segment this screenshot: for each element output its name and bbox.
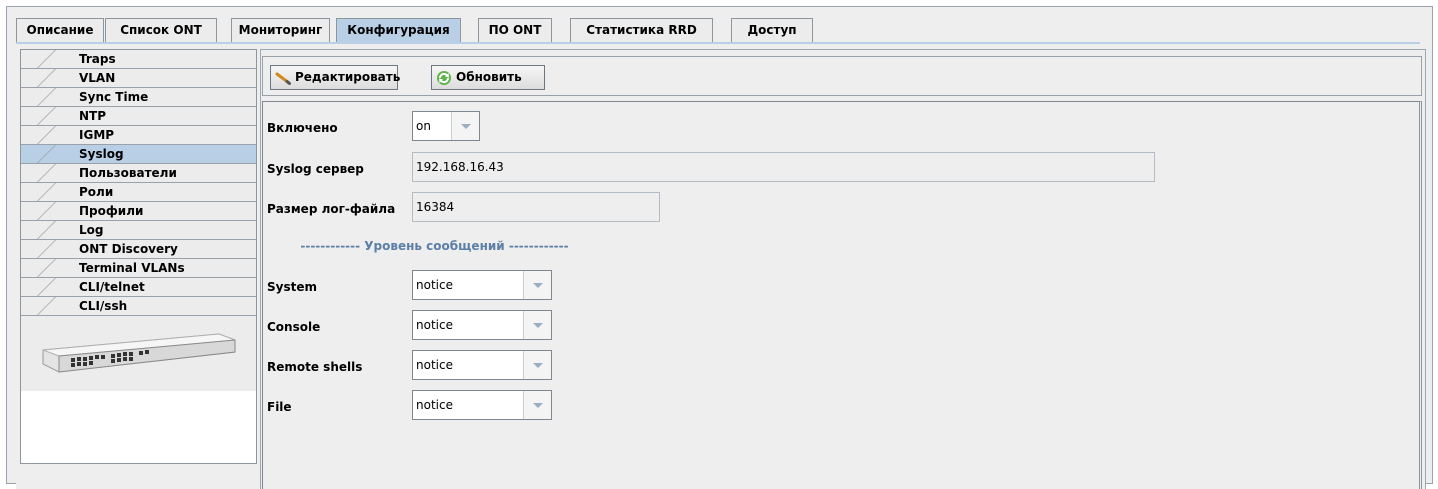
sidebar-item-terminal-vlans[interactable]: Terminal VLANs [21,259,256,278]
refresh-icon [437,71,451,85]
system-level-label: System [267,280,317,294]
tab-access[interactable]: Доступ [731,18,813,42]
tab-ont-firmware[interactable]: ПО ONT [478,18,552,42]
chevron-down-icon[interactable] [523,271,551,299]
sidebar-item-traps[interactable]: Traps [21,50,256,69]
message-level-section-title: ------------ Уровень сообщений ---------… [300,239,569,253]
edit-button[interactable]: Редактировать [270,65,401,90]
syslog-panel: Редактировать Обновить Включено on Syslo… [260,49,1426,489]
sidebar-item-profiles[interactable]: Профили [21,202,256,221]
refresh-button[interactable]: Обновить [431,65,545,90]
enabled-select-value: on [416,119,431,133]
sidebar-item-vlan[interactable]: VLAN [21,69,256,88]
sidebar-item-ntp[interactable]: NTP [21,107,256,126]
refresh-button-label: Обновить [456,70,522,84]
sidebar-item-ont-discovery[interactable]: ONT Discovery [21,240,256,259]
chevron-down-icon[interactable] [523,311,551,339]
chevron-down-icon[interactable] [523,391,551,419]
edit-button-label: Редактировать [295,70,401,84]
sidebar-item-users[interactable]: Пользователи [21,164,256,183]
tab-configuration[interactable]: Конфигурация [336,18,461,43]
sidebar-item-igmp[interactable]: IGMP [21,126,256,145]
console-level-label: Console [267,320,321,334]
tab-content: Traps VLAN Sync Time NTP IGMP Syslog Пол… [16,42,1426,489]
system-level-value: notice [416,278,453,292]
tab-bar: Описание Список ONT Мониторинг Конфигура… [16,18,1420,43]
console-level-select[interactable]: notice [412,310,552,340]
syslog-server-label: Syslog сервер [267,162,364,176]
sidebar-item-cli-ssh[interactable]: CLI/ssh [21,297,256,316]
file-level-label: File [267,400,292,414]
sidebar-item-syslog[interactable]: Syslog [21,145,256,164]
tab-rrd-statistics[interactable]: Статистика RRD [570,18,713,42]
system-level-select[interactable]: notice [412,270,552,300]
pencil-icon [275,72,291,85]
file-level-value: notice [416,398,453,412]
toolbar: Редактировать Обновить [262,56,1422,96]
tab-description[interactable]: Описание [16,18,104,42]
syslog-server-field[interactable]: 192.168.16.43 [412,152,1155,182]
sidebar-item-roles[interactable]: Роли [21,183,256,202]
config-sidebar: Traps VLAN Sync Time NTP IGMP Syslog Пол… [20,49,257,464]
chevron-down-icon[interactable] [451,112,479,140]
remote-shells-level-value: notice [416,358,453,372]
console-level-value: notice [416,318,453,332]
tab-monitoring[interactable]: Мониторинг [231,18,330,42]
remote-shells-level-label: Remote shells [267,360,363,374]
sidebar-item-sync-time[interactable]: Sync Time [21,88,256,107]
log-size-label: Размер лог-файла [267,202,396,216]
syslog-form: Включено on Syslog сервер 192.168.16.43 … [262,101,1422,489]
remote-shells-level-select[interactable]: notice [412,350,552,380]
enabled-select[interactable]: on [412,111,480,141]
sidebar-item-cli-telnet[interactable]: CLI/telnet [21,278,256,297]
network-switch-icon [42,333,236,373]
enabled-label: Включено [267,121,338,135]
file-level-select[interactable]: notice [412,390,552,420]
device-image-panel [21,316,256,391]
log-size-field[interactable]: 16384 [412,192,660,222]
tab-ont-list[interactable]: Список ONT [105,18,217,42]
sidebar-item-log[interactable]: Log [21,221,256,240]
chevron-down-icon[interactable] [523,351,551,379]
